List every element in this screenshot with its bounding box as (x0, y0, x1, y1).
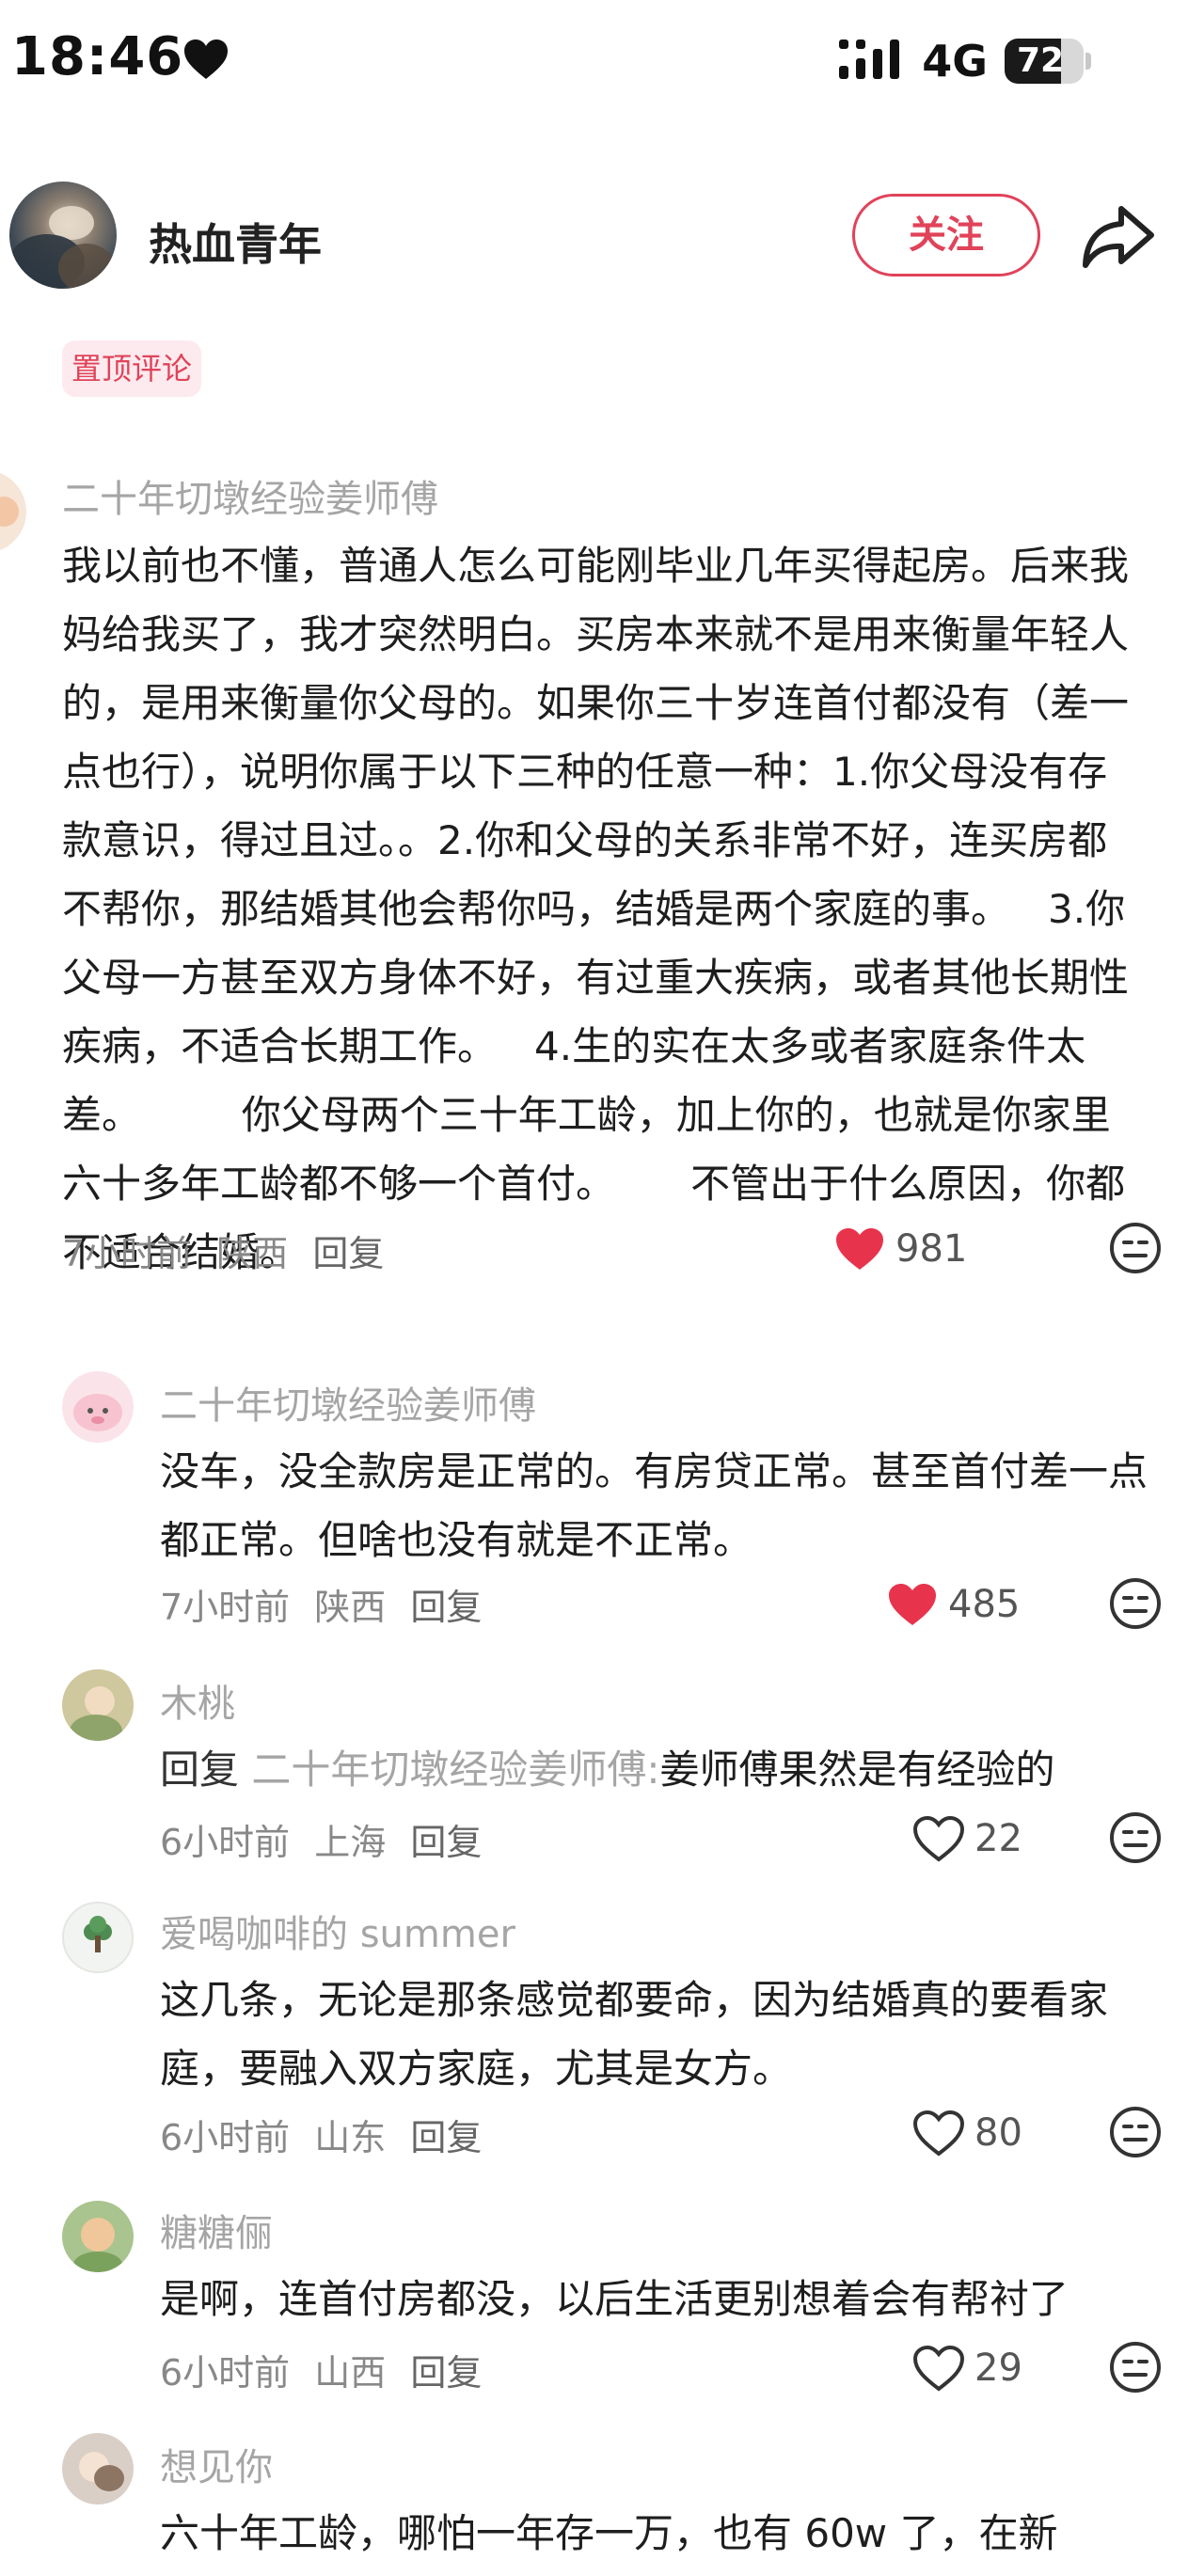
status-bar: 18:46 4G 72 (0, 0, 1204, 122)
commenter-avatar[interactable] (62, 2433, 134, 2505)
commenter-name[interactable]: 二十年切墩经验姜师傅 (62, 468, 438, 523)
pinned-comment-tag: 置顶评论 (62, 340, 202, 397)
commenter-avatar[interactable] (62, 1371, 134, 1443)
like-count: 80 (974, 2111, 1022, 2155)
heart-outline-icon (912, 2110, 965, 2157)
comment-meta: 7小时前 陕西 回复 (160, 1578, 495, 1630)
author-avatar[interactable] (9, 182, 117, 289)
reply-button[interactable]: 回复 (312, 1233, 384, 1274)
avatar-image (73, 2218, 122, 2272)
reply-text: 姜师傅果然是有经验的 (659, 1746, 1055, 1793)
commenter-avatar[interactable] (62, 1902, 134, 1973)
reply-prefix: 回复 (160, 1746, 240, 1793)
like-count: 981 (895, 1227, 968, 1271)
comment-meta: 7小时前 陕西 回复 (62, 1225, 397, 1276)
follow-button[interactable]: 关注 (852, 194, 1040, 277)
like-button[interactable]: 22 (912, 1810, 1022, 1867)
dislike-face-icon[interactable] (1108, 2340, 1163, 2394)
commenter-name[interactable]: 爱喝咖啡的 summer (160, 1904, 515, 1958)
battery-level: 72 (1016, 41, 1065, 80)
comment-time: 7小时前 (62, 1233, 193, 1274)
comment-meta: 6小时前 上海 回复 (160, 1813, 495, 1865)
network-type: 4G (922, 36, 988, 87)
commenter-name[interactable]: 想见你 (160, 2437, 273, 2491)
comment-meta: 6小时前 山东 回复 (160, 2109, 495, 2160)
reply-button[interactable]: 回复 (410, 2352, 482, 2394)
reply-button[interactable]: 回复 (410, 1587, 482, 1628)
commenter-avatar[interactable] (62, 1669, 134, 1741)
comment-location: 山东 (314, 2117, 387, 2158)
comment-location: 山西 (314, 2352, 387, 2394)
comment-location: 陕西 (314, 1587, 387, 1628)
signal-icon (839, 40, 900, 79)
post-header: 热血青年 关注 (0, 169, 1204, 310)
dislike-face-icon[interactable] (1108, 1221, 1163, 1275)
share-icon[interactable] (1082, 203, 1155, 269)
dislike-face-icon[interactable] (1108, 1576, 1163, 1631)
avatar-image (73, 1394, 122, 1431)
comment-text[interactable]: 六十年工龄，哪怕一年存一万，也有 60w 了，在新 (160, 2499, 1176, 2568)
heart-filled-icon (889, 1584, 936, 1625)
comment-text[interactable]: 没车，没全款房是正常的。有房贷正常。甚至首付差一点都正常。但啥也没有就是不正常。 (160, 1437, 1148, 1574)
dislike-face-icon[interactable] (1108, 1810, 1163, 1865)
status-time: 18:46 (11, 26, 184, 87)
heart-filled-icon (836, 1228, 883, 1270)
like-button[interactable]: 981 (833, 1221, 967, 1277)
comment-text[interactable]: 回复 二十年切墩经验姜师傅:姜师傅果然是有经验的 (160, 1735, 1176, 1804)
author-name[interactable]: 热血青年 (149, 211, 322, 273)
status-indicators: 4G 72 (839, 28, 1091, 94)
comment-text[interactable]: 这几条，无论是那条感觉都要命，因为结婚真的要看家庭，要融入双方家庭，尤其是女方。 (160, 1966, 1157, 2103)
commenter-name[interactable]: 糖糖俪 (160, 2203, 273, 2257)
commenter-name[interactable]: 二十年切墩经验姜师傅 (160, 1375, 536, 1430)
comment-text[interactable]: 我以前也不懂，普通人怎么可能刚毕业几年买得起房。后来我妈给我买了，我才突然明白。… (62, 531, 1144, 1287)
like-button[interactable]: 80 (912, 2105, 1022, 2161)
like-count: 29 (974, 2347, 1022, 2390)
reply-target-name[interactable]: 二十年切墩经验姜师傅: (251, 1746, 659, 1793)
like-button[interactable]: 485 (886, 1576, 1020, 1633)
battery-icon: 72 (1005, 39, 1091, 84)
commenter-avatar[interactable] (62, 2201, 134, 2272)
avatar-image (0, 497, 19, 527)
like-count: 485 (948, 1583, 1021, 1626)
commenter-name[interactable]: 木桃 (160, 1673, 235, 1728)
heart-outline-icon (912, 2345, 965, 2392)
comment-location: 陕西 (216, 1233, 289, 1274)
comment-time: 6小时前 (160, 2117, 291, 2158)
comment-time: 7小时前 (160, 1587, 291, 1628)
comment-time: 6小时前 (160, 2352, 291, 2394)
comment-location: 上海 (314, 1822, 387, 1863)
avatar-image (9, 206, 115, 289)
comment-time: 6小时前 (160, 1822, 291, 1863)
like-button[interactable]: 29 (912, 2340, 1022, 2396)
reply-button[interactable]: 回复 (410, 2117, 482, 2158)
avatar-image (70, 1686, 122, 1741)
reply-button[interactable]: 回复 (410, 1822, 482, 1863)
commenter-avatar[interactable] (0, 470, 26, 553)
heart-status-icon (184, 40, 228, 79)
like-count: 22 (974, 1817, 1022, 1860)
comment-meta: 6小时前 山西 回复 (160, 2344, 495, 2395)
comment-text[interactable]: 是啊，连首付房都没，以后生活更别想着会有帮衬了 (160, 2265, 1176, 2333)
dislike-face-icon[interactable] (1108, 2105, 1163, 2159)
avatar-image (79, 2452, 124, 2491)
avatar-image (84, 1916, 112, 1952)
heart-outline-icon (912, 1815, 965, 1862)
